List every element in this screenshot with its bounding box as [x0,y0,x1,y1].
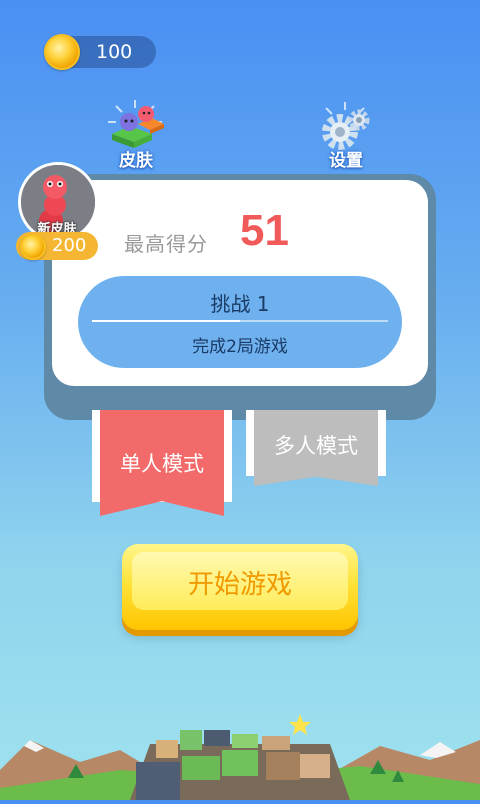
new-skin-price: 200 [52,235,87,256]
coin-count: 100 [96,41,133,63]
start-game-label[interactable]: 开始游戏 [122,564,358,601]
skin-icon[interactable] [102,98,168,150]
coin-icon [20,234,46,260]
settings-label[interactable]: 设置 [318,146,374,171]
challenge-title: 挑战 1 [210,292,270,316]
challenge-description: 完成2局游戏 [192,337,288,357]
single-mode-label[interactable]: 单人模式 [100,448,224,478]
multi-mode-label[interactable]: 多人模式 [254,430,378,460]
gear-icon[interactable] [312,100,378,152]
best-score-label: 最高得分 [124,232,208,256]
best-score-value: 51 [240,206,289,255]
landscape-decoration [0,700,480,800]
challenge-progress-fill [92,320,240,322]
coin-icon [44,34,80,70]
skin-label[interactable]: 皮肤 [108,146,164,171]
